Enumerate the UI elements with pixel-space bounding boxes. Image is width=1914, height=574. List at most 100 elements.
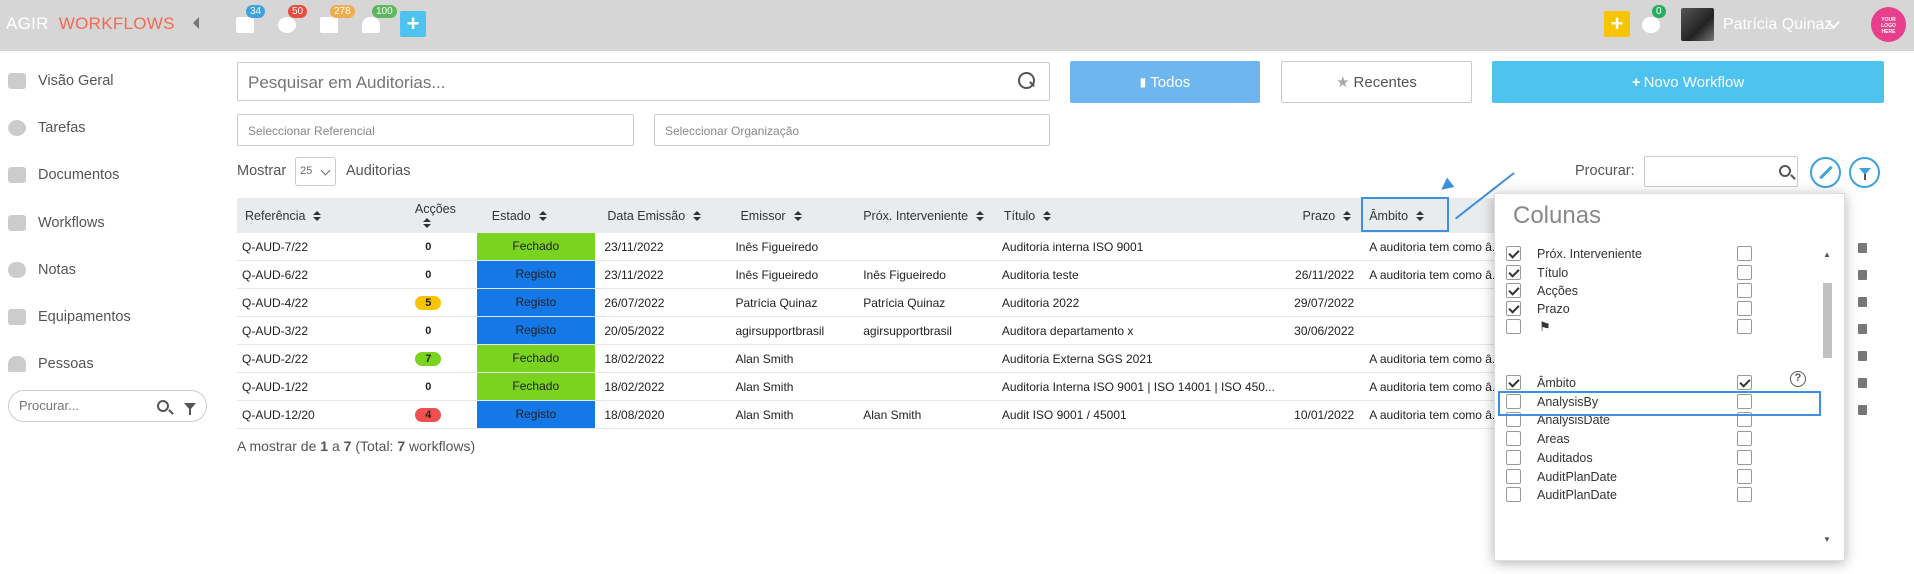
column-option[interactable]: Areas xyxy=(1495,431,1825,449)
column-checkbox[interactable] xyxy=(1506,246,1521,261)
avatar[interactable] xyxy=(1681,8,1714,41)
cell-accoes[interactable]: 0 xyxy=(379,316,477,345)
cell-accoes[interactable]: 4 xyxy=(379,400,477,429)
search-icon[interactable] xyxy=(1779,165,1791,177)
document-icon[interactable]: 278 xyxy=(318,5,355,35)
column-option[interactable]: Auditados xyxy=(1495,450,1825,468)
user-name[interactable]: Patrícia Quinaz xyxy=(1723,16,1832,34)
trash-icon[interactable] xyxy=(1858,297,1867,307)
column-right-checkbox[interactable] xyxy=(1737,246,1752,261)
organizacao-select[interactable]: Seleccionar Organização xyxy=(654,114,1050,146)
column-checkbox[interactable] xyxy=(1506,283,1521,298)
yellow-add-button[interactable]: + xyxy=(1604,11,1630,37)
trash-icon[interactable] xyxy=(1858,270,1867,280)
table-row[interactable]: Q-AUD-6/22 0 Registo 23/11/2022 Inês Figueir… xyxy=(237,260,1507,289)
cell-accoes[interactable]: 5 xyxy=(379,288,477,317)
trash-icon[interactable] xyxy=(1858,405,1867,415)
cell-referencia[interactable]: Q-AUD-4/22 xyxy=(237,288,380,317)
column-right-checkbox[interactable] xyxy=(1737,469,1752,484)
column-checkbox[interactable] xyxy=(1506,431,1521,446)
brand-logo[interactable]: AGIR WORKFLOWS xyxy=(6,14,175,34)
column-option[interactable]: Título xyxy=(1495,265,1825,283)
scroll-down-icon[interactable]: ▼ xyxy=(1823,535,1831,544)
calendar-icon[interactable]: 34 xyxy=(234,5,266,35)
table-row[interactable]: Q-AUD-12/20 4 Registo 18/08/2020 Alan Smith A… xyxy=(237,400,1507,429)
scroll-up-icon[interactable]: ▲ xyxy=(1823,250,1831,259)
procurar-input[interactable] xyxy=(1644,156,1798,187)
table-row[interactable]: Q-AUD-4/22 5 Registo 26/07/2022 Patrícia Qui… xyxy=(237,288,1507,317)
cell-accoes[interactable]: 0 xyxy=(379,233,477,261)
column-checkbox[interactable] xyxy=(1506,265,1521,280)
column-right-checkbox[interactable] xyxy=(1737,301,1752,316)
column-right-checkbox[interactable] xyxy=(1737,431,1752,446)
column-checkbox[interactable] xyxy=(1506,301,1521,316)
cell-accoes[interactable]: 0 xyxy=(379,260,477,289)
column-right-checkbox[interactable] xyxy=(1737,265,1752,280)
header-accoes[interactable]: Acções xyxy=(380,198,477,233)
sidebar-item-documentos[interactable]: Documentos xyxy=(0,160,119,190)
sidebar-item-workflows[interactable]: Workflows xyxy=(0,208,105,238)
search-icon[interactable] xyxy=(157,400,169,412)
sidebar-item-notas[interactable]: Notas xyxy=(0,255,76,285)
trash-icon[interactable] xyxy=(1858,378,1867,388)
collapse-sidebar-icon[interactable] xyxy=(193,17,199,29)
header-titulo[interactable]: Título xyxy=(996,198,1280,233)
add-button[interactable]: + xyxy=(400,11,426,37)
column-option[interactable]: AuditPlanDate xyxy=(1495,469,1825,487)
todos-button[interactable]: ▮ Todos xyxy=(1070,61,1260,103)
sidebar-search-input[interactable] xyxy=(19,398,149,413)
column-option[interactable]: Prazo xyxy=(1495,301,1825,319)
novo-workflow-button[interactable]: + Novo Workflow xyxy=(1492,61,1884,103)
column-right-checkbox[interactable] xyxy=(1737,375,1752,390)
gear-icon[interactable]: 50 xyxy=(276,5,308,35)
cell-referencia[interactable]: Q-AUD-2/22 xyxy=(237,344,380,373)
cell-referencia[interactable]: Q-AUD-1/22 xyxy=(237,372,380,401)
search-icon[interactable] xyxy=(1018,72,1035,89)
search-input[interactable] xyxy=(248,73,948,93)
trash-icon[interactable] xyxy=(1858,243,1867,253)
wrench-button[interactable] xyxy=(1810,157,1841,188)
header-emissor[interactable]: Emissor xyxy=(727,198,855,233)
column-right-checkbox[interactable] xyxy=(1737,487,1752,502)
filter-button[interactable] xyxy=(1849,157,1880,188)
table-row[interactable]: Q-AUD-2/22 7 Fechado 18/02/2022 Alan Smith Au… xyxy=(237,344,1507,373)
recentes-button[interactable]: ★ Recentes xyxy=(1281,61,1472,103)
cell-accoes[interactable]: 7 xyxy=(379,344,477,373)
header-prazo[interactable]: Prazo xyxy=(1280,198,1359,233)
bell-icon[interactable]: 100 xyxy=(360,5,397,35)
column-checkbox[interactable] xyxy=(1506,319,1521,334)
cell-referencia[interactable]: Q-AUD-7/22 xyxy=(237,233,380,261)
column-right-checkbox[interactable] xyxy=(1737,319,1752,334)
column-option[interactable]: Próx. Interveniente xyxy=(1495,246,1825,264)
sidebar-item-equipamentos[interactable]: Equipamentos xyxy=(0,302,131,332)
cell-referencia[interactable]: Q-AUD-12/20 xyxy=(237,400,380,429)
column-option[interactable]: Acções xyxy=(1495,283,1825,301)
page-size-select[interactable]: 25 xyxy=(295,157,336,186)
cell-referencia[interactable]: Q-AUD-3/22 xyxy=(237,316,380,345)
trash-icon[interactable] xyxy=(1858,351,1867,361)
cloud-icon[interactable]: 0 xyxy=(1640,5,1666,35)
cell-accoes[interactable]: 0 xyxy=(379,372,477,401)
sidebar-item-pessoas[interactable]: Pessoas xyxy=(0,349,94,379)
table-row[interactable]: Q-AUD-1/22 0 Fechado 18/02/2022 Alan Smith Au… xyxy=(237,372,1507,401)
help-icon[interactable]: ? xyxy=(1790,371,1806,387)
table-row[interactable]: Q-AUD-3/22 0 Registo 20/05/2022 agirsupportb… xyxy=(237,316,1507,345)
header-estado[interactable]: Estado xyxy=(477,198,600,233)
column-checkbox[interactable] xyxy=(1506,487,1521,502)
cell-referencia[interactable]: Q-AUD-6/22 xyxy=(237,260,380,289)
sidebar-item-visao-geral[interactable]: Visão Geral xyxy=(0,66,114,96)
trash-icon[interactable] xyxy=(1858,324,1867,334)
referencial-select[interactable]: Seleccionar Referencial xyxy=(237,114,634,146)
header-prox-interveniente[interactable]: Próx. Interveniente xyxy=(855,198,996,233)
column-option[interactable]: AuditPlanDate xyxy=(1495,487,1825,505)
header-data-emissao[interactable]: Data Emissão xyxy=(599,198,727,233)
panel-scrollbar-thumb[interactable] xyxy=(1823,283,1832,358)
column-checkbox[interactable] xyxy=(1506,375,1521,390)
table-row[interactable]: Q-AUD-7/22 0 Fechado 23/11/2022 Inês Figueir… xyxy=(237,233,1507,261)
header-referencia[interactable]: Referência xyxy=(237,198,380,233)
column-checkbox[interactable] xyxy=(1506,450,1521,465)
sidebar-item-tarefas[interactable]: Tarefas xyxy=(0,113,86,143)
filter-icon[interactable] xyxy=(184,403,196,415)
column-checkbox[interactable] xyxy=(1506,469,1521,484)
column-right-checkbox[interactable] xyxy=(1737,450,1752,465)
